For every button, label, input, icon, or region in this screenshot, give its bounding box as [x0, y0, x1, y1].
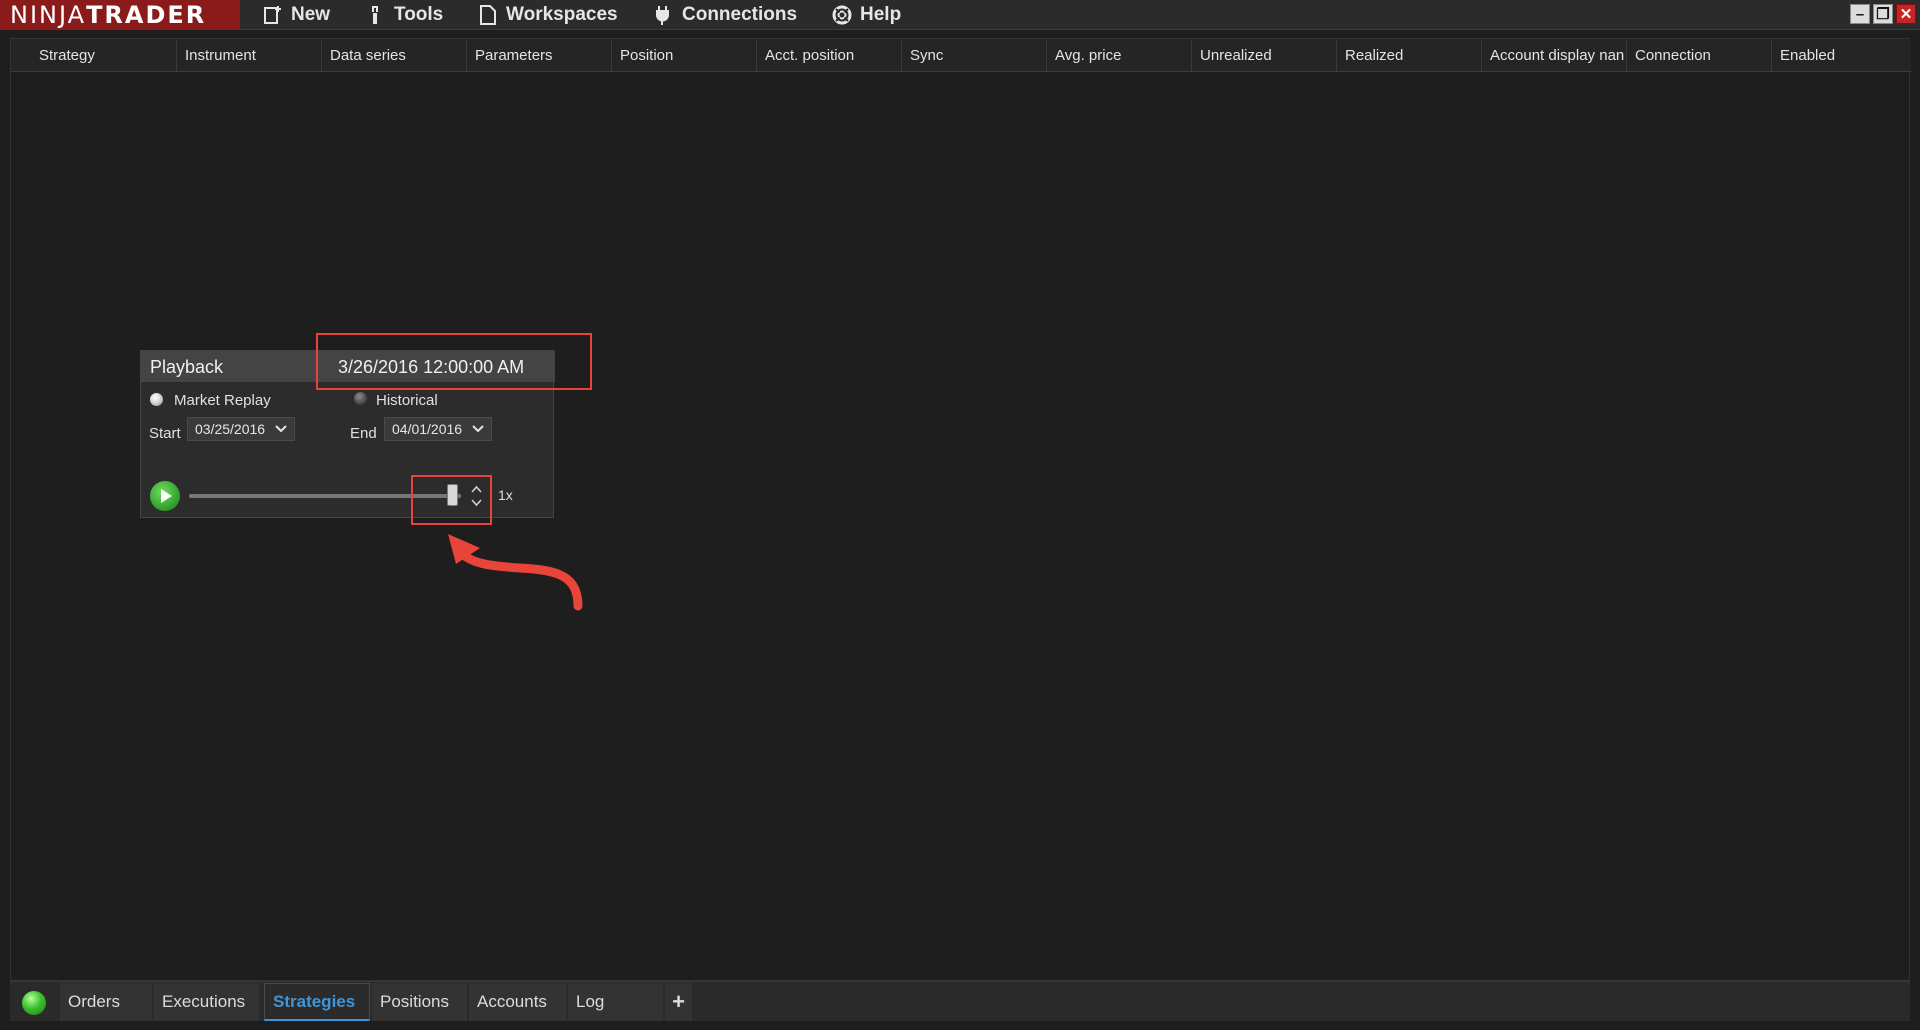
historical-radio[interactable]	[354, 392, 367, 405]
add-tab-button[interactable]: +	[665, 983, 693, 1021]
chevron-down-icon	[471, 422, 485, 436]
window-controls: – ❐ ✕	[1850, 4, 1916, 24]
menu-connections-label: Connections	[682, 4, 798, 25]
annotation-arrow-icon	[448, 534, 583, 611]
menu-new-label: New	[291, 4, 331, 25]
end-date-dropdown[interactable]: 04/01/2016	[384, 417, 492, 441]
column-position[interactable]: Position	[612, 39, 757, 72]
chevron-down-icon	[274, 422, 288, 436]
wrench-icon	[366, 5, 386, 25]
tab-executions[interactable]: Executions	[154, 983, 260, 1021]
connection-status-icon	[22, 991, 46, 1015]
menu-workspaces[interactable]: Workspaces	[478, 0, 618, 30]
timestamp-highlight-box	[316, 333, 592, 390]
menu-tools[interactable]: Tools	[366, 0, 443, 30]
column-enabled[interactable]: Enabled	[1772, 39, 1911, 72]
playback-title: Playback	[150, 357, 224, 377]
menu-new[interactable]: New	[263, 0, 330, 30]
logo-text-ninja: NINJA	[10, 1, 87, 29]
menu-connections[interactable]: Connections	[654, 0, 797, 30]
tab-positions[interactable]: Positions	[372, 983, 468, 1021]
column-strategy[interactable]: Strategy	[11, 39, 177, 72]
end-date-value: 04/01/2016	[392, 421, 463, 437]
playback-speed: 1x	[498, 487, 513, 503]
column-unrealized[interactable]: Unrealized	[1192, 39, 1337, 72]
column-sync[interactable]: Sync	[902, 39, 1047, 72]
document-icon	[478, 5, 498, 25]
bottom-tab-bar: Orders Executions Strategies Positions A…	[10, 981, 1910, 1021]
minimize-icon: –	[1855, 5, 1865, 23]
restore-button[interactable]: ❐	[1873, 4, 1893, 24]
play-icon	[161, 489, 172, 503]
tab-log[interactable]: Log	[568, 983, 664, 1021]
column-realized[interactable]: Realized	[1337, 39, 1482, 72]
market-replay-label: Market Replay	[174, 392, 271, 409]
restore-icon: ❐	[1876, 5, 1890, 23]
new-window-icon	[263, 5, 283, 25]
plug-icon	[654, 5, 674, 25]
close-button[interactable]: ✕	[1896, 4, 1916, 24]
end-label: End	[350, 425, 377, 442]
start-date-dropdown[interactable]: 03/25/2016	[187, 417, 295, 441]
column-avg-price[interactable]: Avg. price	[1047, 39, 1192, 72]
menu-bar: NINJA TRADER New Tools Workspaces Connect…	[0, 0, 1920, 30]
menu-tools-label: Tools	[394, 4, 444, 25]
menu-help-label: Help	[860, 4, 902, 25]
column-account-display-name[interactable]: Account display nan	[1482, 39, 1627, 72]
start-label: Start	[149, 425, 181, 442]
column-parameters[interactable]: Parameters	[467, 39, 612, 72]
grid-header: Strategy Instrument Data series Paramete…	[11, 39, 1911, 72]
historical-label: Historical	[376, 392, 438, 409]
tab-accounts[interactable]: Accounts	[469, 983, 567, 1021]
column-instrument[interactable]: Instrument	[177, 39, 322, 72]
slider-highlight-box	[411, 475, 492, 525]
logo-text-trader: TRADER	[86, 1, 207, 29]
market-replay-radio[interactable]	[150, 393, 163, 406]
play-button[interactable]	[150, 481, 180, 511]
ninjatrader-logo: NINJA TRADER	[0, 0, 240, 30]
tab-orders[interactable]: Orders	[60, 983, 153, 1021]
column-connection[interactable]: Connection	[1627, 39, 1772, 72]
column-acct-position[interactable]: Acct. position	[757, 39, 902, 72]
column-data-series[interactable]: Data series	[322, 39, 467, 72]
lifebuoy-icon	[832, 5, 852, 25]
minimize-button[interactable]: –	[1850, 4, 1870, 24]
start-date-value: 03/25/2016	[195, 421, 266, 437]
close-icon: ✕	[1899, 5, 1913, 23]
menu-workspaces-label: Workspaces	[506, 4, 618, 25]
tab-strategies[interactable]: Strategies	[264, 983, 370, 1021]
menu-help[interactable]: Help	[832, 0, 901, 30]
